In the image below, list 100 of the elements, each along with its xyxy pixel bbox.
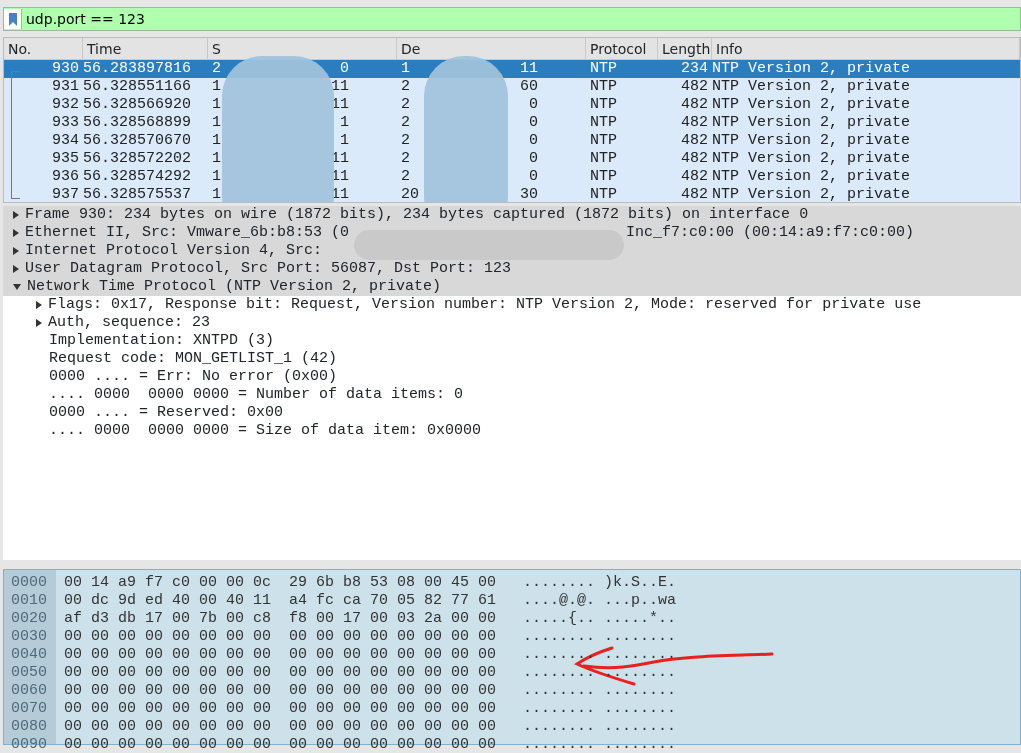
- table-cell: NTP Version 2, private: [712, 186, 911, 202]
- ascii-text[interactable]: ........ ........: [523, 628, 677, 646]
- table-cell: NTP Version 2, private: [712, 78, 911, 95]
- tree-item-text[interactable]: Auth, sequence: 23: [48, 314, 211, 332]
- table-cell: NTP: [590, 114, 617, 131]
- table-cell: 933: [52, 114, 79, 131]
- table-cell: 0: [529, 132, 538, 150]
- expand-arrow-icon[interactable]: [36, 301, 42, 309]
- tree-item-text[interactable]: Flags: 0x17, Response bit: Request, Version number: NTP Version 2, Mode: reserved for private use: [48, 296, 922, 314]
- table-cell: 0: [529, 114, 538, 132]
- table-cell: NTP: [590, 60, 617, 77]
- packet-row[interactable]: 933 56.328568899 1 1 2 0 NTP 482 NTP Version 2, private: [4, 114, 1020, 132]
- packet-row[interactable]: 931 56.328551166 1 11 2 60 NTP 482 NTP Version 2, private: [4, 78, 1020, 96]
- hex-bytes[interactable]: 00 00 00 00 00 00 00 00 00 00 00 00 00 00 00 00: [64, 736, 497, 753]
- table-cell: 2: [212, 60, 221, 78]
- table-cell: 1: [212, 168, 221, 186]
- table-cell: 936: [52, 168, 79, 185]
- table-cell: 934: [52, 132, 79, 149]
- ascii-text[interactable]: ........ ........: [523, 700, 677, 718]
- offset-label: 0050: [11, 664, 48, 682]
- table-cell: 930: [52, 60, 79, 77]
- offset-label: 0070: [11, 700, 48, 718]
- offset-label: 0080: [11, 718, 48, 736]
- tree-item-text[interactable]: Implementation: XNTPD (3): [49, 332, 275, 350]
- table-cell: 11: [331, 168, 349, 186]
- table-cell: 20: [401, 186, 419, 202]
- table-cell: NTP Version 2, private: [712, 132, 911, 149]
- offset-label: 0040: [11, 646, 48, 664]
- ascii-text[interactable]: ....@.@. ...p..wa: [523, 592, 677, 610]
- table-cell: NTP Version 2, private: [712, 96, 911, 113]
- column-header[interactable]: Info: [712, 38, 1020, 59]
- hex-bytes[interactable]: 00 00 00 00 00 00 00 00 00 00 00 00 00 00 00 00: [64, 718, 497, 736]
- tree-item-text[interactable]: .... 0000 0000 0000 = Number of data items: 0: [49, 386, 464, 404]
- expand-arrow-icon[interactable]: [36, 319, 42, 327]
- offset-label: 0030: [11, 628, 48, 646]
- table-cell: 56.328572202: [83, 150, 192, 167]
- offset-label: 0010: [11, 592, 48, 610]
- table-cell: 482: [681, 186, 708, 202]
- table-cell: 1: [212, 132, 221, 150]
- tree-item-text[interactable]: Inc_f7:c0:00 (00:14:a9:f7:c0:00): [626, 224, 915, 242]
- offset-label: 0060: [11, 682, 48, 700]
- hex-bytes[interactable]: 00 00 00 00 00 00 00 00 00 00 00 00 00 00 00 00: [64, 700, 497, 718]
- bookmark-icon[interactable]: [8, 12, 17, 26]
- table-cell: 234: [681, 60, 708, 77]
- hex-bytes[interactable]: 00 00 00 00 00 00 00 00 00 00 00 00 00 00 00 00: [64, 646, 497, 664]
- packet-row[interactable]: 937 56.328575537 1 11 20 30 NTP 482 NTP Version 2, private: [4, 186, 1020, 202]
- ascii-text[interactable]: ........ ........: [523, 736, 677, 753]
- tree-item-text[interactable]: Ethernet II, Src: Vmware_6b:b8:53 (0: [25, 224, 350, 242]
- table-cell: 0: [340, 60, 349, 78]
- hex-bytes[interactable]: 00 00 00 00 00 00 00 00 00 00 00 00 00 00 00 00: [64, 664, 497, 682]
- ascii-text[interactable]: ........ ........: [523, 718, 677, 736]
- column-header[interactable]: Length: [658, 38, 712, 59]
- table-cell: 60: [520, 78, 538, 96]
- table-cell: 482: [681, 150, 708, 167]
- table-cell: 56.328568899: [83, 114, 192, 131]
- offset-label: 0020: [11, 610, 48, 628]
- tree-item-text[interactable]: .... 0000 0000 0000 = Size of data item: 0x0000: [49, 422, 482, 440]
- ascii-text[interactable]: .....{.. .....*..: [523, 610, 677, 628]
- table-cell: NTP: [590, 78, 617, 95]
- hex-bytes[interactable]: 00 00 00 00 00 00 00 00 00 00 00 00 00 00 00 00: [64, 682, 497, 700]
- table-cell: 2: [401, 132, 410, 150]
- packet-row[interactable]: 934 56.328570670 1 1 2 0 NTP 482 NTP Version 2, private: [4, 132, 1020, 150]
- packet-row[interactable]: 935 56.328572202 1 11 2 0 NTP 482 NTP Version 2, private: [4, 150, 1020, 168]
- ascii-text[interactable]: ........ ........: [523, 682, 677, 700]
- table-cell: NTP Version 2, private: [712, 168, 911, 185]
- hex-bytes[interactable]: 00 00 00 00 00 00 00 00 00 00 00 00 00 00 00 00: [64, 628, 497, 646]
- column-header[interactable]: No.: [4, 38, 83, 59]
- table-cell: 2: [401, 96, 410, 114]
- table-cell: 1: [340, 132, 349, 150]
- column-header[interactable]: Time: [83, 38, 208, 59]
- table-cell: 937: [52, 186, 79, 202]
- table-cell: 56.328570670: [83, 132, 192, 149]
- table-cell: NTP: [590, 150, 617, 167]
- table-cell: NTP: [590, 96, 617, 113]
- tree-item-text[interactable]: 0000 .... = Err: No error (0x00): [49, 368, 338, 386]
- ascii-text[interactable]: ........ ........: [523, 664, 677, 682]
- offset-label: 0090: [11, 736, 48, 753]
- hex-bytes[interactable]: af d3 db 17 00 7b 00 c8 f8 00 17 00 03 2a 00 00: [64, 610, 497, 628]
- table-cell: 1: [212, 78, 221, 96]
- table-cell: 30: [520, 186, 538, 202]
- column-header[interactable]: Protocol: [586, 38, 658, 59]
- table-cell: 11: [331, 96, 349, 114]
- ascii-text[interactable]: ........ )k.S..E.: [523, 574, 677, 592]
- collapse-arrow-icon[interactable]: [13, 284, 21, 290]
- packet-row[interactable]: 932 56.328566920 1 11 2 0 NTP 482 NTP Version 2, private: [4, 96, 1020, 114]
- table-cell: 11: [520, 60, 538, 78]
- table-cell: 2: [401, 150, 410, 168]
- tree-item-text[interactable]: Request code: MON_GETLIST_1 (42): [49, 350, 338, 368]
- table-cell: 1: [401, 60, 410, 78]
- hex-bytes[interactable]: 00 14 a9 f7 c0 00 00 0c 29 6b b8 53 08 00 45 00: [64, 574, 497, 592]
- table-cell: 482: [681, 96, 708, 113]
- table-cell: 1: [212, 186, 221, 202]
- tree-item-text[interactable]: 0000 .... = Reserved: 0x00: [49, 404, 284, 422]
- table-cell: 56.328566920: [83, 96, 192, 113]
- table-cell: NTP: [590, 168, 617, 185]
- hex-bytes[interactable]: 00 dc 9d ed 40 00 40 11 a4 fc ca 70 05 82 77 61: [64, 592, 497, 610]
- table-cell: 56.283897816: [83, 60, 192, 77]
- table-cell: 2: [401, 114, 410, 132]
- packet-row[interactable]: 936 56.328574292 1 11 2 0 NTP 482 NTP Version 2, private: [4, 168, 1020, 186]
- table-cell: 11: [331, 186, 349, 202]
